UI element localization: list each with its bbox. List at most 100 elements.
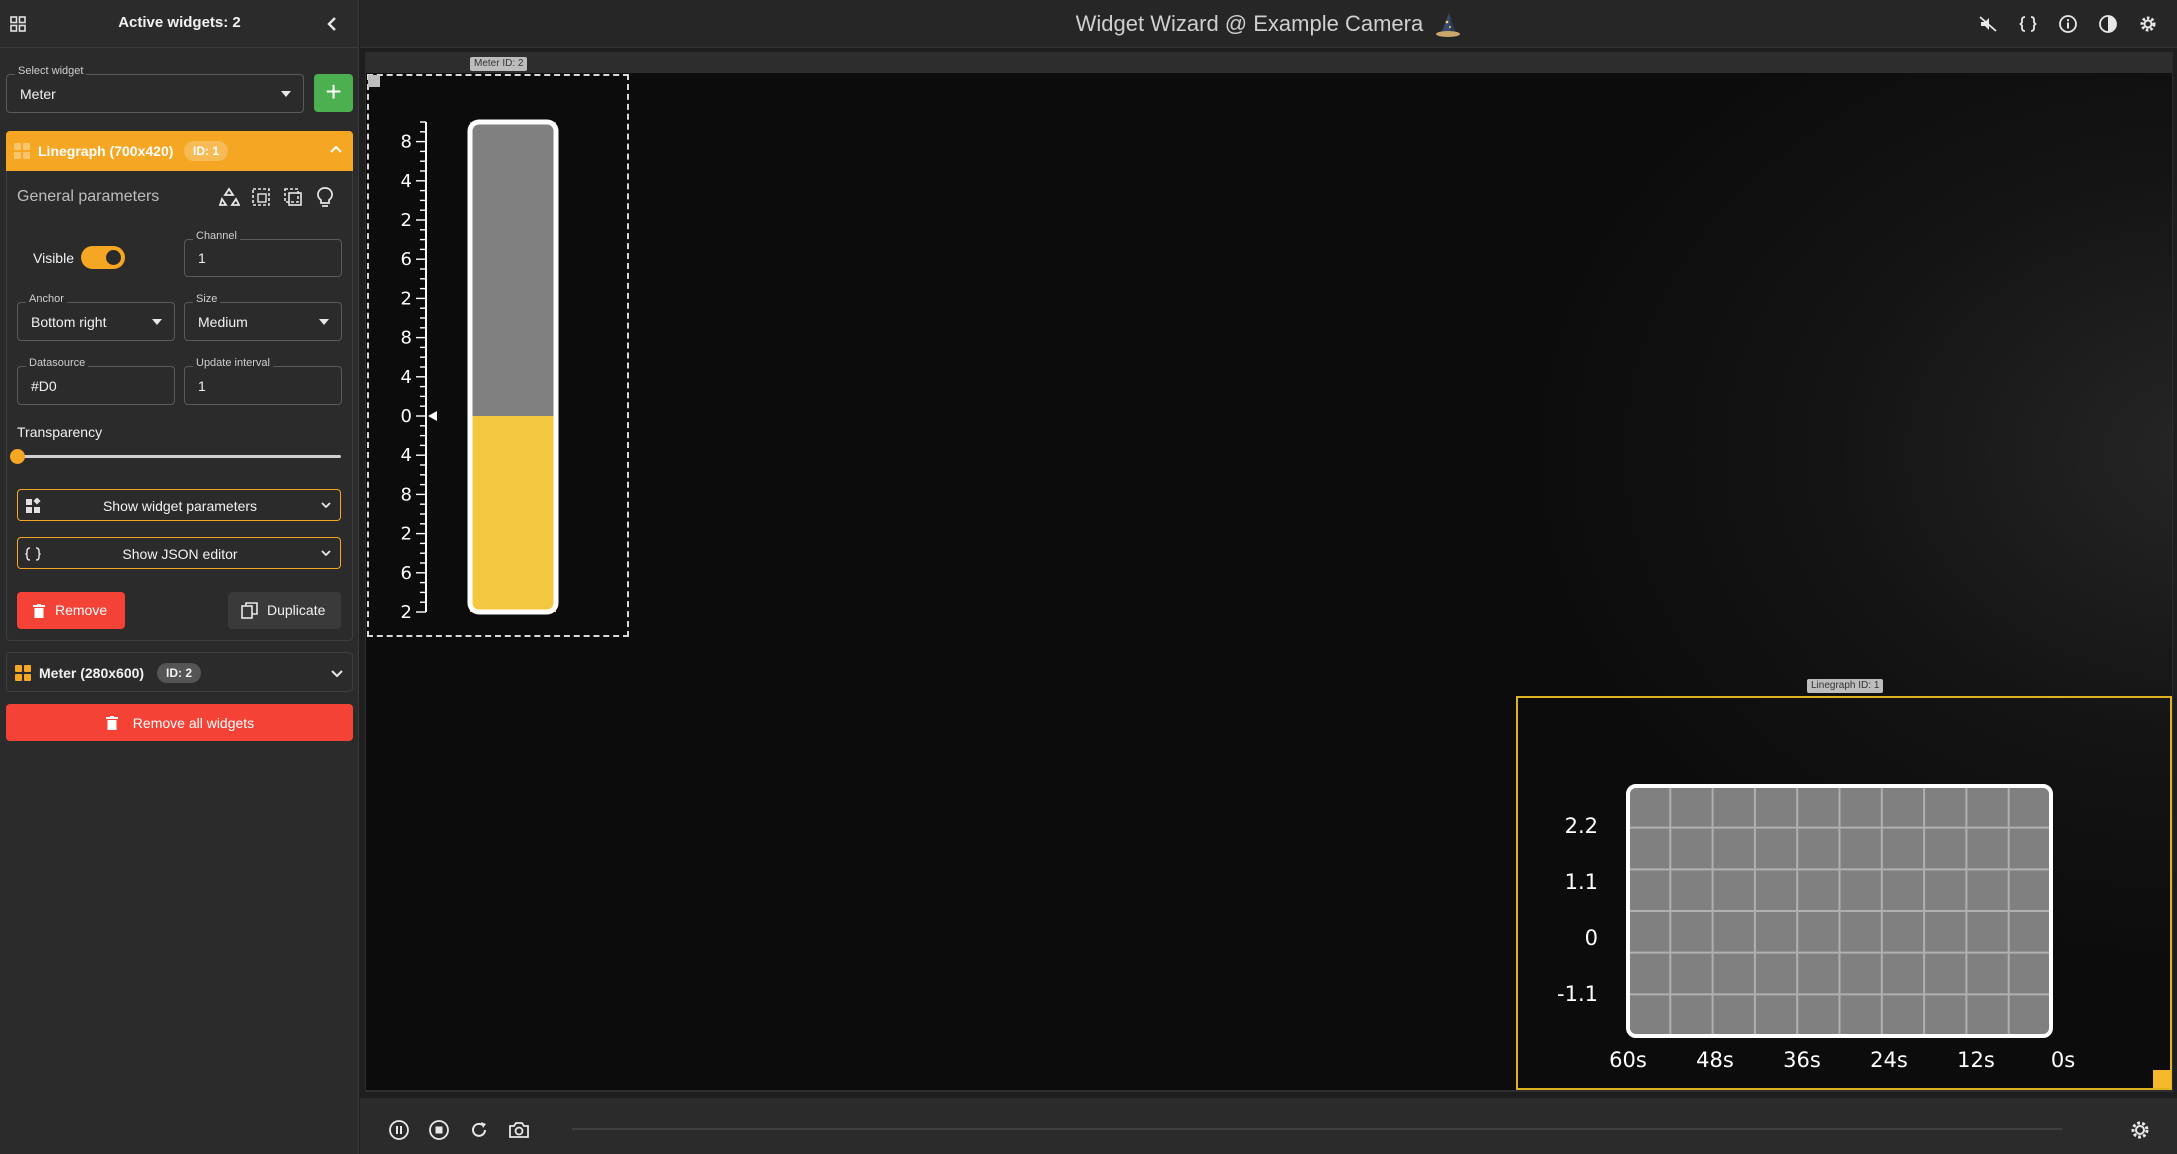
- info-icon[interactable]: [2058, 14, 2078, 34]
- x-tick-label: 36s: [1783, 1048, 1821, 1072]
- resize-handle[interactable]: [368, 75, 380, 87]
- braces-icon[interactable]: [2018, 14, 2038, 34]
- update-interval-value: 1: [198, 377, 206, 394]
- x-tick-label: 48s: [1696, 1048, 1734, 1072]
- remove-all-label: Remove all widgets: [132, 715, 255, 731]
- lightbulb-icon[interactable]: [314, 186, 336, 208]
- linegraph-id-badge: ID: 1: [184, 141, 229, 161]
- meter-tick-label: -1.2: [400, 524, 412, 545]
- meter-tick-label: -0.8: [400, 484, 412, 505]
- wizard-hat-icon: [1436, 13, 1461, 38]
- size-value: Medium: [198, 313, 248, 330]
- chevron-down-icon: [321, 502, 331, 509]
- add-widget-button[interactable]: +: [314, 74, 353, 112]
- show-widget-parameters-label: Show widget parameters: [102, 498, 258, 514]
- meter-scale: 2.8 2.4 2 1.6 1.2 0.8 0.4 0 -0.4 -0.8 -1.2 -1.6 -2: [400, 121, 427, 620]
- size-label: Size: [193, 293, 221, 305]
- caret-down-icon: [152, 318, 162, 325]
- meter-pointer-icon: [428, 411, 437, 421]
- datasource-field[interactable]: Datasource #D0: [17, 357, 175, 405]
- playback-timeline[interactable]: [572, 1128, 2062, 1130]
- meter-widget: 2.8 2.4 2 1.6 1.2 0.8 0.4 0 -0.4 -0.8 -1.2 -1.6 -2: [400, 119, 559, 620]
- duplicate-button[interactable]: Duplicate: [228, 592, 341, 629]
- meter-tick-label: 0: [401, 406, 412, 427]
- visible-toggle[interactable]: [81, 246, 125, 269]
- size-dropdown[interactable]: Size Medium: [184, 293, 342, 341]
- playback-bar: [360, 1098, 2177, 1154]
- y-tick-label: 1.1: [1565, 870, 1598, 894]
- meter-tick-label: 0.8: [400, 328, 412, 349]
- x-tick-label: 24s: [1870, 1048, 1908, 1072]
- y-tick-label: 2.2: [1565, 814, 1598, 838]
- meter-tick-label: 2.8: [400, 132, 412, 153]
- general-parameters-title: General parameters: [17, 188, 160, 205]
- sidebar: Active widgets: 2 Select widget Meter + …: [0, 0, 359, 1154]
- remove-label: Remove: [55, 602, 108, 618]
- transparency-label: Transparency: [17, 424, 103, 440]
- meter-id-badge: ID: 2: [157, 663, 202, 683]
- refresh-icon[interactable]: [468, 1119, 490, 1141]
- show-json-editor-button[interactable]: Show JSON editor: [17, 537, 341, 569]
- remove-all-widgets-button[interactable]: Remove all widgets: [6, 704, 353, 741]
- widget-icon: [14, 143, 30, 159]
- update-interval-field[interactable]: Update interval 1: [184, 357, 342, 405]
- show-json-editor-label: Show JSON editor: [122, 546, 238, 562]
- y-tick-label: -1.1: [1557, 982, 1598, 1006]
- meter-fill-bar: [470, 416, 556, 612]
- trash-icon: [33, 604, 45, 618]
- sidebar-header: Active widgets: 2: [0, 0, 359, 48]
- visible-label: Visible: [33, 250, 74, 266]
- meter-tick-label: -1.6: [400, 563, 412, 584]
- resize-handle[interactable]: [2153, 1070, 2171, 1088]
- app-title-text: Widget Wizard @ Example Camera: [1075, 11, 1424, 36]
- linegraph-widget-tag: Linegraph ID: 1: [1807, 679, 1884, 693]
- select-widget-label: Select widget: [15, 65, 87, 77]
- duplicate-label: Duplicate: [267, 602, 326, 618]
- chevron-down-icon[interactable]: [330, 666, 344, 680]
- settings-icon[interactable]: [2138, 14, 2158, 34]
- meter-tick-label: 2.4: [400, 171, 412, 192]
- x-tick-label: 0s: [2051, 1048, 2075, 1072]
- x-tick-label: 60s: [1609, 1048, 1647, 1072]
- chart-x-axis: 60s 48s 36s 24s 12s 0s: [1609, 1048, 2075, 1072]
- meter-empty-bar: [470, 122, 556, 416]
- channel-label: Channel: [193, 230, 240, 242]
- anchor-label: Anchor: [26, 293, 67, 305]
- meter-widget-header[interactable]: Meter (280x600) ID: 2: [6, 652, 353, 692]
- meter-tick-label: 1.2: [400, 288, 412, 309]
- widget-icon: [15, 665, 31, 681]
- chevron-up-icon[interactable]: [329, 143, 343, 157]
- stop-icon[interactable]: [428, 1119, 450, 1141]
- select-area-icon[interactable]: [250, 186, 272, 208]
- transparency-slider-track[interactable]: [17, 455, 341, 458]
- datasource-label: Datasource: [26, 357, 89, 369]
- x-tick-label: 12s: [1957, 1048, 1995, 1072]
- toggle-knob: [106, 250, 121, 265]
- contrast-icon[interactable]: [2098, 14, 2118, 34]
- meter-tick-label: 2: [401, 210, 412, 231]
- settings-icon[interactable]: [2129, 1119, 2151, 1141]
- recycle-icon[interactable]: [218, 186, 240, 208]
- anchor-dropdown[interactable]: Anchor Bottom right: [17, 293, 175, 341]
- meter-tick-label: 0.4: [400, 367, 412, 388]
- duplicate-frame-icon[interactable]: [282, 186, 304, 208]
- app-title: Widget Wizard @ Example Camera: [360, 11, 2177, 38]
- channel-field[interactable]: Channel 1: [184, 230, 342, 277]
- transparency-slider-thumb[interactable]: [10, 449, 25, 464]
- mute-icon[interactable]: [1978, 14, 1998, 34]
- linegraph-widget-name: Linegraph (700x420): [38, 143, 174, 159]
- channel-value: 1: [198, 250, 206, 266]
- chevron-left-icon[interactable]: [322, 14, 342, 34]
- select-widget-dropdown[interactable]: Select widget Meter: [6, 65, 304, 113]
- anchor-value: Bottom right: [31, 313, 107, 330]
- camera-icon[interactable]: [508, 1119, 530, 1141]
- caret-down-icon: [319, 318, 329, 325]
- datasource-value: #D0: [31, 377, 57, 394]
- chart-y-axis: 2.2 1.1 0 -1.1: [1557, 814, 1598, 1006]
- remove-widget-button[interactable]: Remove: [17, 592, 125, 629]
- linegraph-widget-header[interactable]: Linegraph (700x420) ID: 1: [6, 131, 353, 171]
- meter-tick-label: -0.4: [400, 445, 412, 466]
- pause-icon[interactable]: [388, 1119, 410, 1141]
- copy-icon: [241, 602, 258, 619]
- show-widget-parameters-button[interactable]: Show widget parameters: [17, 489, 341, 521]
